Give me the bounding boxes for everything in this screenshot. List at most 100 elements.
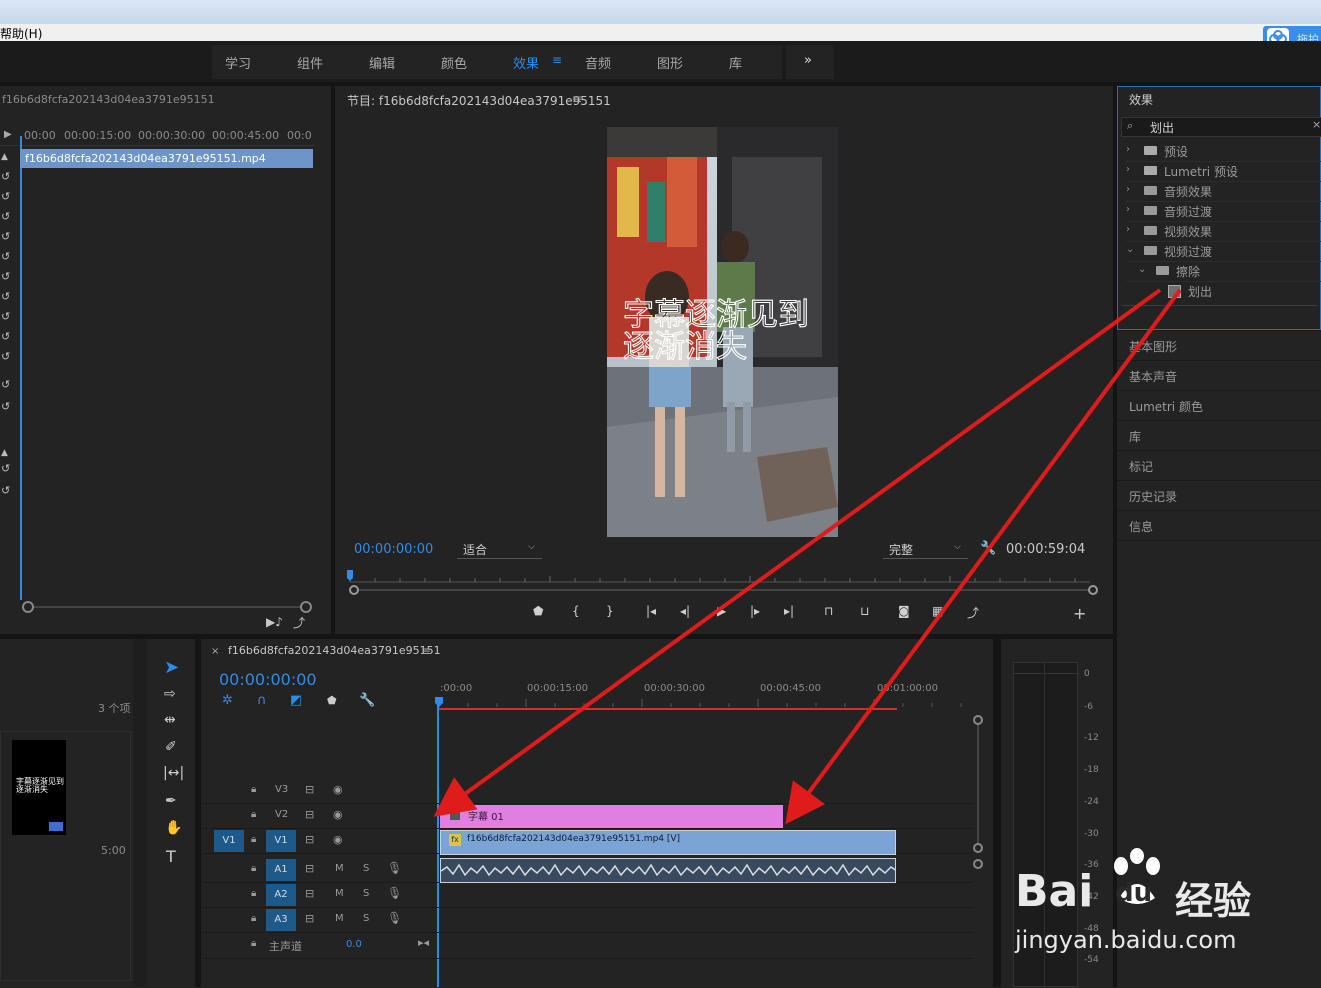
tree-item-video-transitions[interactable]: ⌄ 视频过渡 bbox=[1126, 241, 1321, 262]
panel-menu-icon[interactable]: ≡ bbox=[572, 92, 582, 106]
play-icon[interactable]: ▶ bbox=[717, 604, 726, 618]
timeline-timecode[interactable]: 00:00:00:00 bbox=[219, 670, 317, 689]
reset-icon[interactable]: ↺ bbox=[1, 190, 10, 203]
linked-selection-icon[interactable]: ◩ bbox=[290, 693, 302, 708]
program-timecode[interactable]: 00:00:00:00 bbox=[354, 542, 433, 557]
step-back-icon[interactable]: ◂| bbox=[680, 604, 690, 618]
reset-icon[interactable]: ↺ bbox=[1, 378, 10, 391]
tree-item-lumetri-presets[interactable]: › Lumetri 预设 bbox=[1126, 161, 1321, 182]
program-scrubber[interactable] bbox=[345, 568, 1100, 598]
lock-icon[interactable]: 🔒︎ bbox=[251, 913, 256, 924]
track-select-tool-icon[interactable]: ⇨ bbox=[164, 686, 176, 702]
tree-item-audio-transitions[interactable]: › 音频过渡 bbox=[1126, 201, 1321, 222]
panel-libraries[interactable]: 库 bbox=[1117, 420, 1321, 450]
timeline-vertical-scrollbar[interactable] bbox=[972, 715, 984, 870]
razor-tool-icon[interactable]: ✐ bbox=[165, 739, 177, 755]
tree-item-slide-out[interactable]: 划出 bbox=[1126, 281, 1321, 301]
lock-icon[interactable]: 🔒︎ bbox=[251, 938, 256, 949]
overflow-chevrons-icon[interactable]: » bbox=[804, 53, 812, 68]
close-sequence-icon[interactable]: × bbox=[211, 646, 219, 657]
wrench-icon[interactable]: 🔧 bbox=[980, 541, 996, 556]
lock-icon[interactable]: 🔒︎ bbox=[251, 834, 256, 845]
mute-button[interactable]: M bbox=[335, 888, 344, 899]
tab-editing[interactable]: 编辑 bbox=[369, 53, 395, 72]
reset-icon[interactable]: ↺ bbox=[1, 210, 10, 223]
audio-insert-icon[interactable]: ▶♪ bbox=[266, 615, 283, 629]
source-scrollbar[interactable] bbox=[22, 601, 312, 613]
menu-lines-icon[interactable]: ≡ bbox=[552, 53, 562, 67]
reset-icon[interactable]: ↺ bbox=[1, 170, 10, 183]
close-icon[interactable]: × bbox=[1312, 118, 1321, 131]
go-to-end-icon[interactable]: ▸◂ bbox=[418, 936, 429, 949]
panel-info[interactable]: 信息 bbox=[1117, 510, 1321, 541]
quality-dropdown[interactable]: 完整 ⌵ bbox=[883, 540, 968, 559]
mute-button[interactable]: M bbox=[335, 913, 344, 924]
camera-icon[interactable]: ◙ bbox=[898, 604, 910, 618]
tab-color[interactable]: 颜色 bbox=[441, 53, 467, 72]
effects-search-input[interactable]: ⌕ 划出 × bbox=[1121, 117, 1321, 137]
video-clip[interactable]: fx f16b6d8fcfa202143d04ea3791e95151.mp4 … bbox=[440, 830, 896, 855]
eye-icon[interactable]: ◉ bbox=[333, 783, 343, 796]
solo-button[interactable]: S bbox=[363, 888, 369, 899]
reset-icon[interactable]: ↺ bbox=[1, 270, 10, 283]
tree-item-wipe[interactable]: ⌄ 擦除 bbox=[1126, 261, 1321, 282]
lock-icon[interactable]: 🔒︎ bbox=[251, 809, 256, 820]
source-ruler[interactable]: ▶ 00:00 00:00:15:00 00:00:30:00 00:00:45… bbox=[0, 127, 315, 146]
sync-lock-icon[interactable]: ⊟ bbox=[305, 912, 314, 925]
master-volume-value[interactable]: 0.0 bbox=[346, 939, 362, 950]
sync-lock-icon[interactable]: ⊟ bbox=[305, 808, 314, 821]
add-marker-icon[interactable]: ⬟ bbox=[533, 604, 543, 618]
sequence-tab[interactable]: f16b6d8fcfa202143d04ea3791e95151 bbox=[228, 644, 441, 657]
snap-icon[interactable]: ∩ bbox=[257, 693, 267, 708]
project-thumbnail[interactable]: 字幕逐渐见到 逐渐消失 bbox=[12, 740, 66, 835]
reset-icon[interactable]: ↺ bbox=[1, 400, 10, 413]
tree-item-video-effects[interactable]: › 视频效果 bbox=[1126, 221, 1321, 242]
mark-in-icon[interactable]: { bbox=[572, 604, 580, 618]
wrench-icon[interactable]: 🔧 bbox=[359, 693, 375, 708]
reset-icon[interactable]: ↺ bbox=[1, 310, 10, 323]
sync-lock-icon[interactable]: ⊟ bbox=[305, 887, 314, 900]
mic-icon[interactable]: 🎙︎ bbox=[387, 886, 402, 900]
sync-lock-icon[interactable]: ⊟ bbox=[305, 783, 314, 796]
export-icon[interactable]: ⤴ bbox=[967, 604, 979, 621]
comparison-view-icon[interactable]: ▦ bbox=[932, 604, 943, 618]
fit-dropdown[interactable]: 适合 ⌵ bbox=[457, 540, 542, 559]
mic-icon[interactable]: 🎙︎ bbox=[387, 911, 402, 925]
tab-libraries[interactable]: 库 bbox=[729, 53, 742, 72]
reset-icon[interactable]: ↺ bbox=[1, 250, 10, 263]
track-target-a2[interactable]: A2 bbox=[266, 884, 296, 906]
tree-item-audio-effects[interactable]: › 音频效果 bbox=[1126, 181, 1321, 202]
export-frame-icon[interactable]: ⤴ bbox=[293, 614, 305, 631]
tree-item-presets[interactable]: › 预设 bbox=[1126, 141, 1321, 162]
program-video-frame[interactable]: 字幕逐渐见到 逐渐消失 bbox=[607, 127, 838, 537]
go-to-out-icon[interactable]: ▸| bbox=[784, 604, 794, 618]
eye-icon[interactable]: ◉ bbox=[333, 833, 343, 846]
title-clip[interactable]: 字幕 01 bbox=[440, 805, 783, 828]
slip-tool-icon[interactable]: |↔| bbox=[163, 765, 184, 781]
tab-effects[interactable]: 效果 bbox=[513, 53, 539, 72]
solo-button[interactable]: S bbox=[363, 913, 369, 924]
ripple-edit-tool-icon[interactable]: ⇹ bbox=[164, 712, 176, 728]
selection-tool-icon[interactable]: ➤ bbox=[164, 657, 179, 678]
track-target-a1[interactable]: A1 bbox=[266, 859, 296, 881]
source-clip[interactable]: f16b6d8fcfa202143d04ea3791e95151.mp4 bbox=[20, 149, 313, 168]
add-marker-icon[interactable]: ⬟ bbox=[327, 694, 337, 707]
reset-icon[interactable]: ↺ bbox=[1, 462, 10, 475]
reset-icon[interactable]: ↺ bbox=[1, 330, 10, 343]
lock-icon[interactable]: 🔒︎ bbox=[251, 888, 256, 899]
reset-icon[interactable]: ↺ bbox=[1, 350, 10, 363]
source-playhead[interactable] bbox=[20, 136, 22, 600]
mic-icon[interactable]: 🎙︎ bbox=[387, 861, 402, 875]
add-button-icon[interactable]: + bbox=[1073, 604, 1086, 623]
track-target-v1[interactable]: V1 bbox=[266, 830, 296, 852]
solo-button[interactable]: S bbox=[363, 863, 369, 874]
panel-menu-icon[interactable]: ≡ bbox=[421, 644, 431, 658]
type-tool-icon[interactable]: T bbox=[166, 847, 176, 866]
tab-audio[interactable]: 音频 bbox=[585, 53, 611, 72]
lock-icon[interactable]: 🔒︎ bbox=[251, 863, 256, 874]
tab-learn[interactable]: 学习 bbox=[225, 53, 251, 72]
reset-icon[interactable]: ↺ bbox=[1, 290, 10, 303]
panel-essential-sound[interactable]: 基本声音 bbox=[1117, 360, 1321, 390]
mute-button[interactable]: M bbox=[335, 863, 344, 874]
lift-icon[interactable]: ⊓ bbox=[824, 604, 833, 618]
